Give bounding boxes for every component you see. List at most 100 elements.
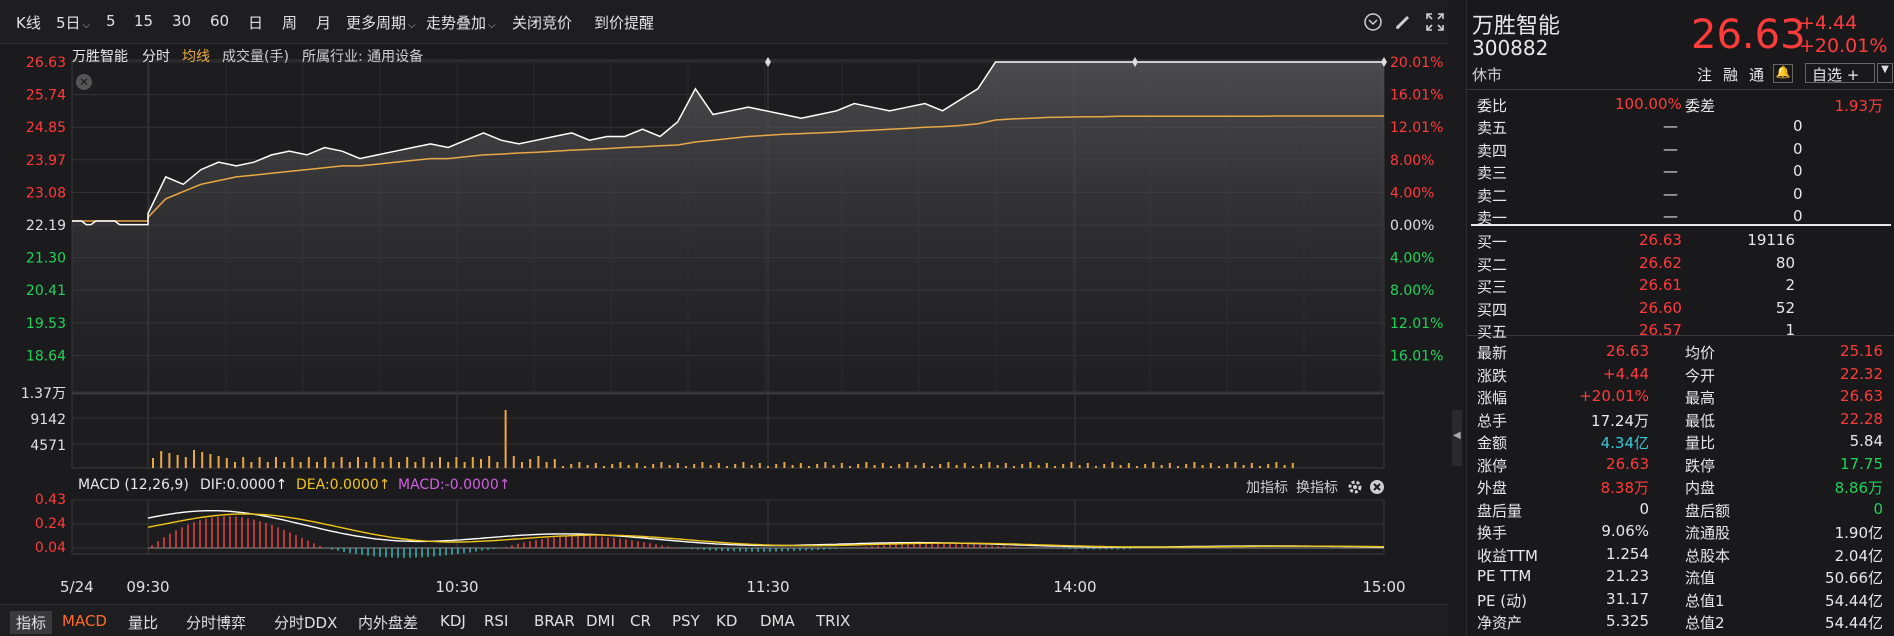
close-auction-button[interactable]: 关闭竞价 — [512, 12, 572, 33]
order-row-sell[interactable]: 卖四 — 0 — [1467, 138, 1894, 160]
stat-label: PE (动) — [1477, 591, 1527, 610]
period-30-button[interactable]: 30 — [172, 12, 191, 30]
volume-bar — [1013, 466, 1015, 468]
pct-tick-label: 20.01% — [1390, 55, 1443, 71]
volume-bar — [890, 466, 892, 468]
stat-value: 54.44亿 — [1825, 591, 1883, 610]
tab-dma[interactable]: DMA — [760, 612, 795, 630]
tab-brar[interactable]: BRAR — [534, 612, 575, 630]
tab-分时ddx[interactable]: 分时DDX — [274, 612, 337, 633]
order-volume: 0 — [1793, 117, 1803, 135]
order-row-buy[interactable]: 买三 26.61 2 — [1467, 274, 1894, 296]
close-icon[interactable] — [1368, 478, 1386, 496]
tab-macd[interactable]: MACD — [62, 612, 107, 630]
intraday-chart-svg[interactable]: 26.63 20.01% 25.74 16.01% 24.85 12.01% 23.97 8.… — [0, 44, 1448, 604]
collapse-circle-icon[interactable] — [1362, 11, 1384, 33]
trend-overlay-select[interactable]: 走势叠加 ⌵ — [426, 12, 496, 33]
volume-bar — [799, 463, 802, 468]
order-row-buy[interactable]: 买二 26.62 80 — [1467, 252, 1894, 274]
volume-bar — [939, 464, 942, 468]
tab-kd[interactable]: KD — [716, 612, 737, 630]
volume-bar — [275, 457, 277, 468]
volume-bar — [1209, 463, 1212, 468]
draw-pen-icon[interactable] — [1392, 11, 1414, 33]
stat-row: 总手 17.24万 最低 22.28 — [1467, 408, 1894, 430]
volume-bar — [209, 454, 212, 468]
stat-label: 最低 — [1685, 411, 1716, 430]
price-alert-button[interactable]: 到价提醒 — [594, 12, 654, 33]
stat-label: 换手 — [1477, 524, 1508, 542]
tab-kdj[interactable]: KDJ — [440, 612, 466, 630]
period-15-button[interactable]: 15 — [134, 12, 153, 30]
fullscreen-icon[interactable] — [1424, 11, 1446, 33]
period-week-button[interactable]: 周 — [282, 12, 297, 33]
tab-dmi[interactable]: DMI — [586, 612, 615, 630]
add-indicator-button[interactable]: 加指标 — [1246, 477, 1288, 497]
stat-row: 收益TTM 1.254 总股本 2.04亿 — [1467, 543, 1894, 565]
period-5-button[interactable]: 5 — [106, 12, 116, 30]
volume-bar — [1119, 465, 1122, 468]
period-day-button[interactable]: 日 — [248, 12, 263, 33]
volume-bar — [562, 466, 564, 468]
stat-label: 盘后量 — [1477, 501, 1523, 520]
price-change: +4.44 — [1799, 12, 1858, 34]
stat-row: 净资产 5.325 总值2 54.44亿 — [1467, 610, 1894, 632]
more-periods-select[interactable]: 更多周期 ⌵ — [346, 12, 416, 33]
period-60-button[interactable]: 60 — [210, 12, 229, 30]
add-watchlist-button[interactable]: 自选 + — [1805, 63, 1875, 84]
price-tick-label: 18.64 — [26, 348, 66, 364]
order-row-sell[interactable]: 卖五 — 0 — [1467, 115, 1894, 137]
volume-bar — [398, 462, 400, 468]
volume-bar — [545, 462, 548, 468]
volume-bar — [603, 466, 605, 468]
switch-indicator-button[interactable]: 换指标 — [1296, 477, 1338, 497]
order-label: 买三 — [1477, 278, 1508, 296]
volume-bar — [750, 465, 753, 468]
volume-bar — [963, 463, 966, 468]
volume-bar — [1267, 464, 1270, 468]
order-row-buy[interactable]: 买四 26.60 52 — [1467, 297, 1894, 319]
volume-bar — [619, 462, 622, 468]
bell-icon[interactable]: 🔔 — [1773, 64, 1793, 83]
order-row-sell[interactable]: 卖二 — 0 — [1467, 183, 1894, 205]
volume-bar — [152, 458, 154, 468]
tag-tong: 通 — [1749, 66, 1765, 84]
volume-bar — [1234, 462, 1237, 468]
stat-value: 31.17 — [1606, 589, 1649, 608]
arrow-up-icon: ↑ — [275, 477, 288, 493]
volume-bar — [996, 465, 999, 468]
volume-bar — [381, 462, 384, 468]
tab-trix[interactable]: TRIX — [816, 612, 850, 630]
stat-value: 0 — [1873, 499, 1883, 518]
volume-bar — [734, 464, 737, 468]
pct-tick-label: 4.00% — [1390, 251, 1434, 267]
tab-psy[interactable]: PSY — [672, 612, 700, 630]
tab-cr[interactable]: CR — [630, 612, 651, 630]
tab-量比[interactable]: 量比 — [128, 612, 158, 633]
close-icon-glyph: ✕ — [79, 75, 89, 89]
volume-bar — [1242, 465, 1245, 468]
tab-分时博弈[interactable]: 分时博弈 — [186, 612, 246, 633]
tab-indicator[interactable]: 指标 — [10, 611, 53, 634]
volume-bar — [881, 463, 884, 468]
gear-icon[interactable] — [1346, 478, 1364, 496]
price-change-pct: +20.01% — [1799, 35, 1888, 57]
order-row-buy[interactable]: 买一 26.63 19116 — [1467, 229, 1894, 251]
panel-collapse-handle[interactable]: ◀ — [1452, 410, 1462, 466]
order-row-buy[interactable]: 买五 26.57 1 — [1467, 319, 1894, 341]
order-row-sell[interactable]: 卖一 — 0 — [1467, 205, 1894, 227]
order-price: — — [1663, 139, 1678, 158]
stat-value: 2.04亿 — [1834, 546, 1883, 565]
arrow-up-icon: ↑ — [498, 477, 511, 493]
tab-内外盘差[interactable]: 内外盘差 — [358, 612, 418, 633]
chevron-down-icon[interactable]: ▼ — [1877, 63, 1893, 83]
order-row-sell[interactable]: 卖三 — 0 — [1467, 160, 1894, 182]
period-month-button[interactable]: 月 — [316, 12, 331, 33]
pct-tick-label: 4.00% — [1390, 185, 1434, 201]
pct-tick-label: 12.01% — [1390, 316, 1443, 332]
macd-dif: DIF:0.0000↑ — [200, 477, 287, 493]
price-tick-label: 20.41 — [26, 283, 66, 299]
tab-rsi[interactable]: RSI — [484, 612, 508, 630]
kline-button[interactable]: K线 — [16, 12, 41, 33]
period-5d-select[interactable]: 5日 ⌵ — [56, 12, 90, 33]
